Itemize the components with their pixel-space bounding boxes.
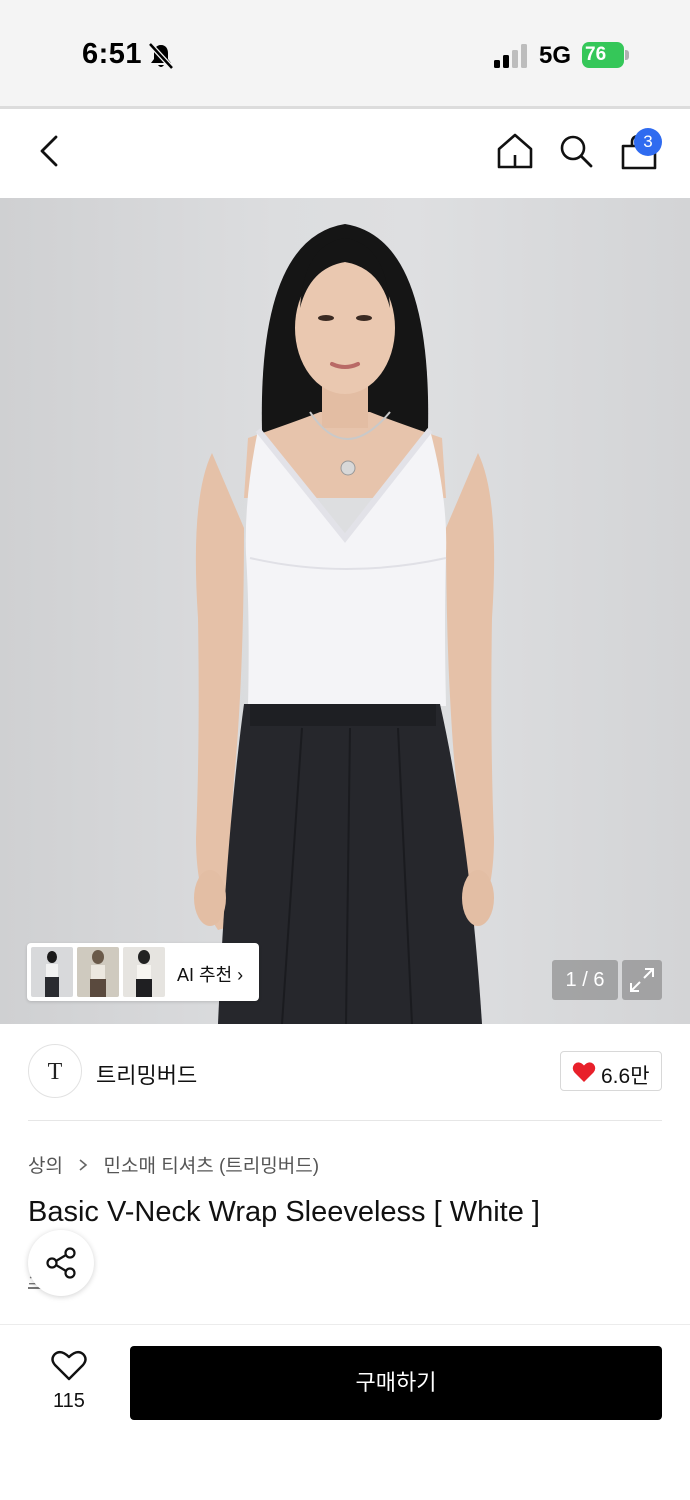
network-label: 5G xyxy=(539,42,572,69)
back-icon[interactable] xyxy=(36,134,62,168)
buy-button[interactable]: 구매하기 xyxy=(130,1346,662,1420)
breadcrumb: 상의 민소매 티셔츠 (트리밍버드) xyxy=(28,1151,319,1178)
cart-count-badge: 3 xyxy=(634,128,662,156)
bell-off-icon xyxy=(148,42,174,70)
expand-button[interactable] xyxy=(622,960,662,1000)
divider xyxy=(28,1120,662,1121)
ai-thumbnail-1[interactable] xyxy=(31,947,73,997)
brand-logo[interactable]: T xyxy=(28,1044,82,1098)
breadcrumb-category[interactable]: 상의 xyxy=(28,1156,63,1177)
ai-thumbnail-3[interactable] xyxy=(123,947,165,997)
product-photo xyxy=(194,224,495,1024)
brand-like-count: 6.6만 xyxy=(601,1065,650,1088)
home-icon[interactable] xyxy=(496,132,534,170)
ai-thumbnail-2[interactable] xyxy=(77,947,119,997)
search-icon[interactable] xyxy=(558,133,594,169)
status-bar: 6:51 5G 76 xyxy=(0,0,690,106)
share-icon xyxy=(46,1247,76,1279)
product-image[interactable] xyxy=(0,198,690,1024)
brand-like-button[interactable]: 6.6만 xyxy=(560,1051,662,1091)
heart-outline-icon xyxy=(51,1350,87,1381)
breadcrumb-subcategory[interactable]: 민소매 티셔츠 (트리밍버드) xyxy=(104,1156,320,1177)
battery-icon: 76 xyxy=(582,42,629,68)
ai-recommend-card[interactable]: AI 추천 › xyxy=(27,943,259,1001)
product-title: Basic V-Neck Wrap Sleeveless [ White ] xyxy=(28,1196,540,1228)
battery-level: 76 xyxy=(582,42,624,68)
share-button[interactable] xyxy=(28,1230,94,1296)
page-indicator: 1 / 6 xyxy=(552,960,618,1000)
brand-name[interactable]: 트리밍버드 xyxy=(96,1058,197,1090)
wishlist-count: 115 xyxy=(53,1390,85,1412)
expand-icon xyxy=(630,968,654,992)
status-time: 6:51 xyxy=(82,38,143,70)
heart-filled-icon xyxy=(572,1062,596,1082)
wishlist-button[interactable]: 115 xyxy=(40,1346,98,1418)
signal-icon xyxy=(494,44,527,68)
chevron-right-icon xyxy=(79,1158,88,1171)
ai-recommend-label: AI 추천 › xyxy=(177,965,244,985)
